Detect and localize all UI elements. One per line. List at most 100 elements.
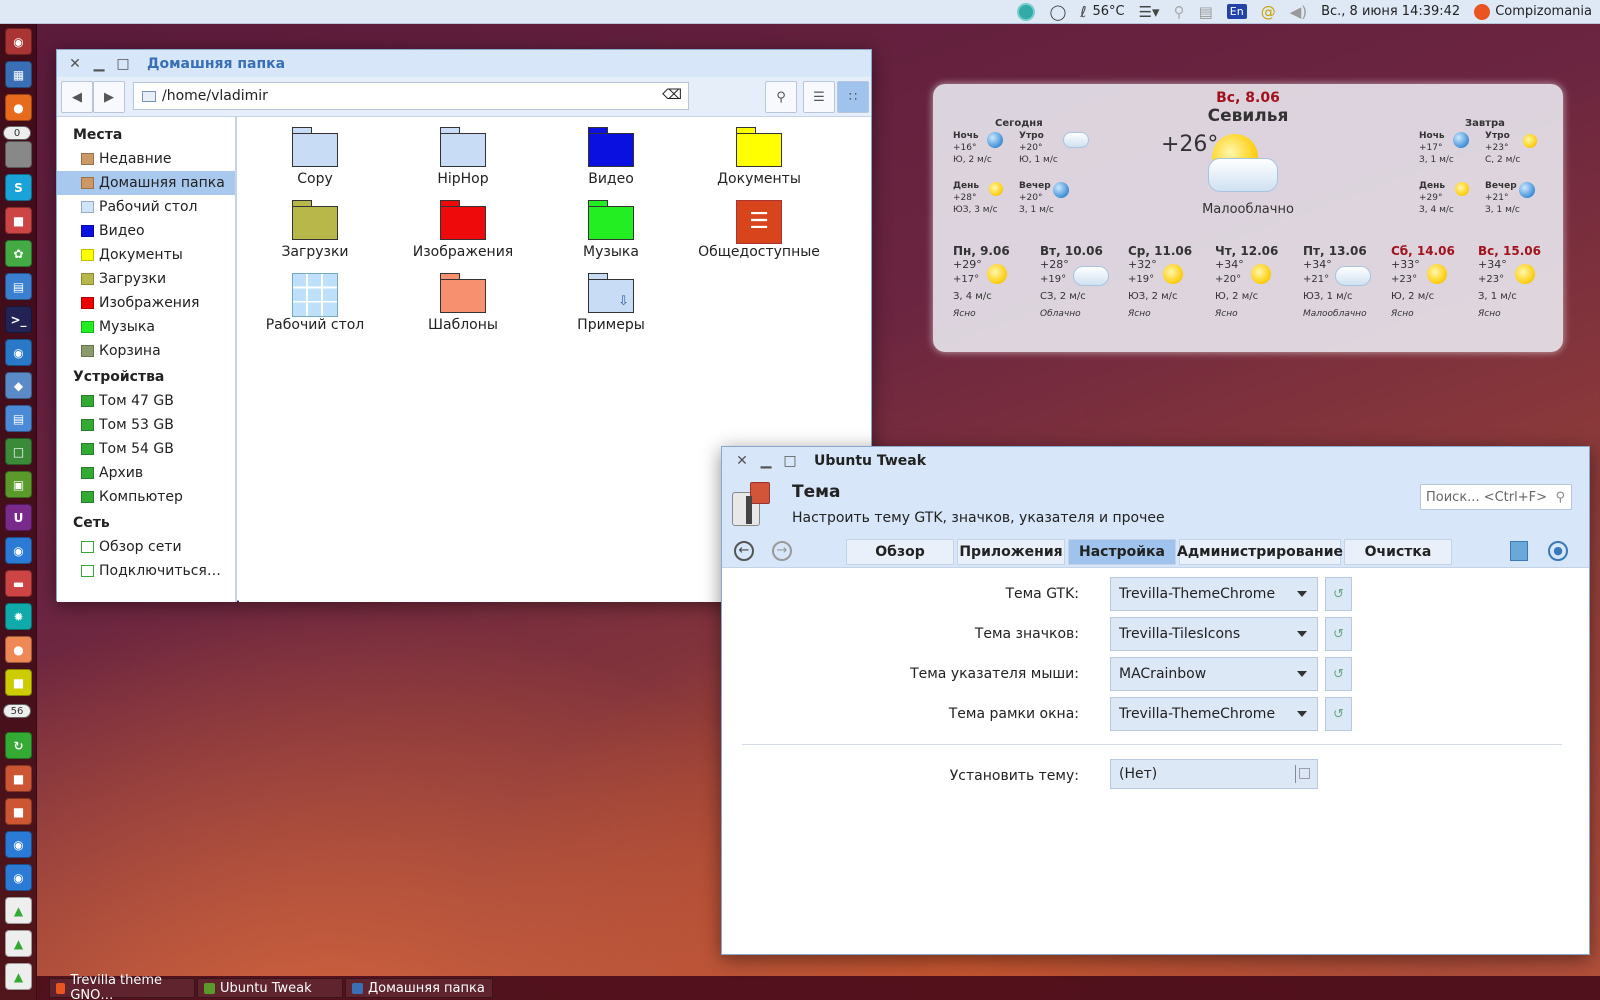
reset-button[interactable]: ↺ — [1325, 657, 1352, 691]
search-icon[interactable]: ⚲ — [1174, 0, 1185, 24]
sidebar-item-device[interactable]: Том 53 GB — [57, 413, 235, 437]
forward-button[interactable]: ▶ — [93, 81, 125, 113]
feedback-icon[interactable]: ● — [1548, 541, 1568, 561]
file-item[interactable]: Музыка — [541, 200, 681, 260]
sidebar-item-downloads[interactable]: Загрузки — [57, 267, 235, 291]
file-item[interactable]: Шаблоны — [393, 273, 533, 333]
taskbar-item[interactable]: Ubuntu Tweak — [197, 978, 343, 998]
file-manager-titlebar[interactable]: ✕ ▁ □ Домашняя папка — [57, 50, 871, 77]
tab-overview[interactable]: Обзор — [846, 539, 954, 565]
location-bar[interactable]: /home/vladimir ⌫ — [133, 82, 689, 110]
tab-tweaks[interactable]: Настройка — [1068, 539, 1176, 565]
drive-launcher-icon[interactable]: ▲ — [5, 930, 32, 957]
file-item[interactable]: ⇩ Примеры — [541, 273, 681, 333]
sidebar-item-videos[interactable]: Видео — [57, 219, 235, 243]
sync-launcher-icon[interactable]: ↻ — [5, 732, 32, 759]
sidebar-item-documents[interactable]: Документы — [57, 243, 235, 267]
app-launcher-icon[interactable]: ■ — [5, 765, 32, 792]
gtk-theme-select[interactable]: Trevilla-ThemeChrome — [1110, 577, 1318, 611]
minimize-icon[interactable]: ▁ — [87, 56, 111, 72]
cursor-theme-select[interactable]: MACrainbow — [1110, 657, 1318, 691]
app-launcher-icon[interactable]: ◆ — [5, 372, 32, 399]
sidebar-item-desktop[interactable]: Рабочий стол — [57, 195, 235, 219]
sidebar-item-trash[interactable]: Корзина — [57, 339, 235, 363]
file-item[interactable]: Copy — [245, 127, 385, 187]
sidebar-item-recent[interactable]: Недавние — [57, 147, 235, 171]
file-item[interactable]: Рабочий стол — [245, 273, 385, 333]
reset-button[interactable]: ↺ — [1325, 697, 1352, 731]
forward-arrow-icon[interactable]: → — [772, 541, 792, 561]
search-input[interactable]: Поиск... <Ctrl+F> ⚲ — [1420, 484, 1572, 510]
user-menu[interactable]: Compizomania — [1474, 0, 1592, 24]
shopping-bag-launcher-icon[interactable]: ◉ — [5, 864, 32, 891]
sidebar-item-browse-network[interactable]: Обзор сети — [57, 535, 235, 559]
file-item[interactable]: HipHop — [393, 127, 533, 187]
tab-applications[interactable]: Приложения — [957, 539, 1065, 565]
drive-launcher-icon[interactable]: ▲ — [5, 963, 32, 990]
keyboard-layout-indicator[interactable]: En — [1226, 4, 1247, 19]
unity-tweak-launcher-icon[interactable]: U — [5, 504, 32, 531]
grid-view-button[interactable]: ∷ — [837, 81, 869, 113]
indicator-app-icon[interactable] — [1017, 0, 1036, 24]
ubuntu-tweak-titlebar[interactable]: ✕ ▁ □ Ubuntu Tweak — [722, 447, 1589, 474]
close-icon[interactable]: ✕ — [730, 453, 754, 469]
terminal-launcher-icon[interactable]: >_ — [5, 306, 32, 333]
back-button[interactable]: ◀ — [61, 81, 93, 113]
shopping-bag-launcher-icon[interactable]: ◉ — [5, 537, 32, 564]
reset-button[interactable]: ↺ — [1325, 617, 1352, 651]
install-theme-file-chooser[interactable]: (Нет) □ — [1110, 759, 1318, 789]
reset-button[interactable]: ↺ — [1325, 577, 1352, 611]
close-icon[interactable]: ✕ — [63, 56, 87, 72]
window-theme-select[interactable]: Trevilla-ThemeChrome — [1110, 697, 1318, 731]
sidebar-item-music[interactable]: Музыка — [57, 315, 235, 339]
text-editor-launcher-icon[interactable]: ▤ — [5, 405, 32, 432]
app-launcher-icon[interactable]: ■ — [5, 798, 32, 825]
lightbulb-icon[interactable]: ◯ — [1049, 0, 1066, 24]
volume-icon[interactable]: ◀) — [1290, 0, 1307, 24]
network-icon[interactable]: ▤ — [1199, 0, 1213, 24]
taskbar-item[interactable]: Trevilla theme GNO… — [49, 973, 195, 1000]
document-icon[interactable] — [1510, 541, 1528, 561]
sidebar-item-device[interactable]: Том 47 GB — [57, 389, 235, 413]
sidebar-item-device[interactable]: Архив — [57, 461, 235, 485]
software-center-launcher-icon[interactable]: ■ — [5, 207, 32, 234]
tab-janitor[interactable]: Очистка — [1344, 539, 1452, 565]
sidebar-item-pictures[interactable]: Изображения — [57, 291, 235, 315]
app-launcher-icon[interactable]: ✹ — [5, 603, 32, 630]
sidebar-item-home[interactable]: Домашняя папка — [57, 171, 235, 195]
drive-launcher-icon[interactable]: ▲ — [5, 897, 32, 924]
mail-icon[interactable]: @ — [1261, 0, 1276, 24]
back-arrow-icon[interactable]: ← — [734, 541, 754, 561]
file-item[interactable]: Загрузки — [245, 200, 385, 260]
weather-widget[interactable]: Вс, 8.06 Севилья +26° Малооблачно Сегодн… — [933, 84, 1563, 352]
sidebar-item-connect-server[interactable]: Подключиться… — [57, 559, 235, 583]
icon-theme-select[interactable]: Trevilla-TilesIcons — [1110, 617, 1318, 651]
taskbar-item[interactable]: Домашняя папка — [345, 978, 493, 998]
firefox-launcher-icon[interactable]: ● — [5, 94, 32, 121]
camera-launcher-icon[interactable]: ◉ — [5, 339, 32, 366]
app-launcher-icon[interactable]: ● — [5, 636, 32, 663]
app-launcher-icon[interactable]: ▬ — [5, 570, 32, 597]
temperature-indicator[interactable]: ℓ 56°C — [1080, 0, 1124, 24]
list-view-button[interactable]: ☰ — [803, 81, 835, 113]
dash-home-icon[interactable]: ◉ — [5, 28, 32, 55]
file-item[interactable]: Видео — [541, 127, 681, 187]
menu-list-icon[interactable]: ☰▾ — [1139, 0, 1160, 24]
app-launcher-icon[interactable] — [5, 141, 32, 168]
file-item[interactable]: Изображения — [393, 200, 533, 260]
search-button[interactable]: ⚲ — [765, 81, 797, 113]
app-launcher-icon[interactable]: ■ — [5, 669, 32, 696]
skype-launcher-icon[interactable]: S — [5, 174, 32, 201]
document-launcher-icon[interactable]: ▤ — [5, 273, 32, 300]
clear-location-icon[interactable]: ⌫ — [662, 87, 682, 103]
tab-admins[interactable]: Администрирование — [1177, 539, 1343, 565]
ubuntu-tweak-launcher-icon[interactable]: ▣ — [5, 471, 32, 498]
app-launcher-icon[interactable]: □ — [5, 438, 32, 465]
leaf-launcher-icon[interactable]: ✿ — [5, 240, 32, 267]
clock[interactable]: Вс., 8 июня 14:39:42 — [1321, 0, 1460, 24]
file-item[interactable]: ☰ Общедоступные — [689, 200, 829, 260]
maximize-icon[interactable]: □ — [111, 56, 135, 72]
file-manager-launcher-icon[interactable]: ▦ — [5, 61, 32, 88]
sidebar-item-device[interactable]: Том 54 GB — [57, 437, 235, 461]
minimize-icon[interactable]: ▁ — [754, 453, 778, 469]
